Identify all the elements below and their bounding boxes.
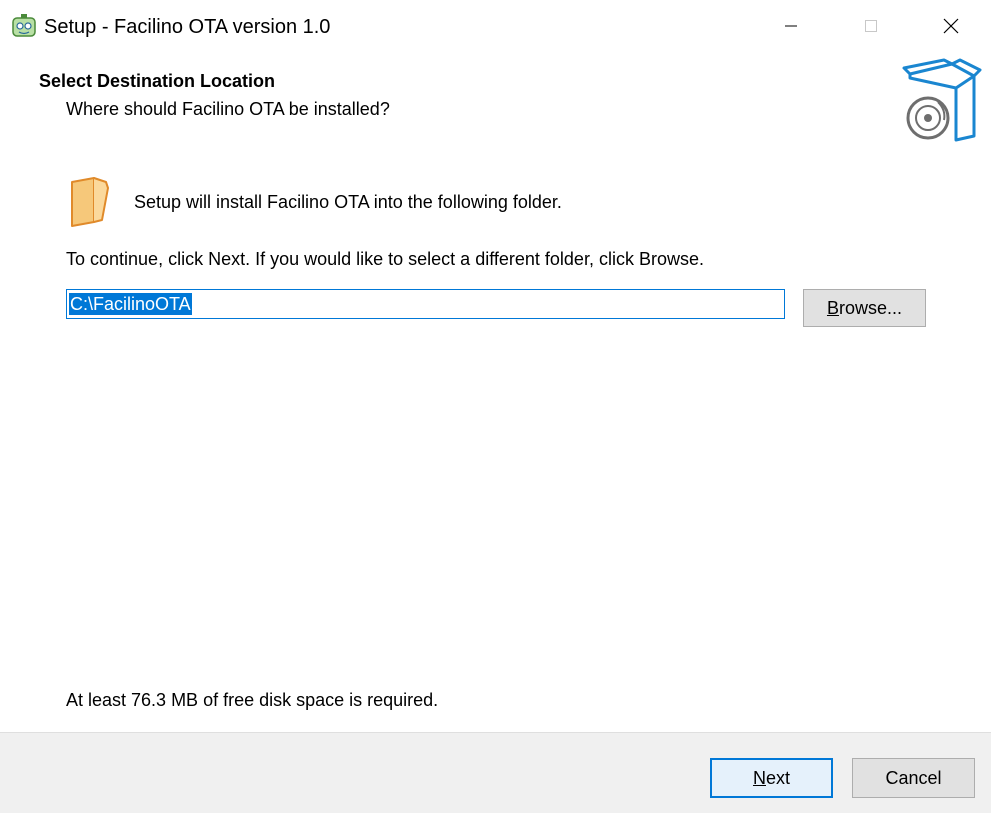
install-folder-text: Setup will install Facilino OTA into the… (134, 192, 562, 212)
footer-bar (0, 732, 991, 813)
cancel-button[interactable]: Cancel (852, 758, 975, 798)
browse-button[interactable]: Browse... (803, 289, 926, 327)
setup-window: Setup - Facilino OTA version 1.0 Select … (0, 0, 991, 813)
setup-box-disc-icon (900, 58, 984, 146)
minimize-icon (785, 25, 797, 27)
robot-app-icon (10, 12, 38, 40)
cancel-label: Cancel (885, 768, 942, 788)
browse-label: rowse... (838, 298, 903, 318)
disk-space-text: At least 76.3 MB of free disk space is r… (66, 690, 439, 710)
folder-icon (68, 176, 114, 228)
next-label: ext (765, 768, 790, 788)
destination-path-input[interactable]: C:\FacilinoOTA (66, 289, 785, 319)
minimize-button[interactable] (751, 0, 831, 52)
next-button[interactable]: Next (710, 758, 833, 798)
maximize-button[interactable] (831, 0, 911, 52)
close-icon (943, 18, 959, 34)
instructions-text: To continue, click Next. If you would li… (66, 249, 704, 269)
next-accel-key: N (752, 768, 766, 788)
window-title: Setup - Facilino OTA version 1.0 (44, 16, 331, 38)
page-subtitle: Where should Facilino OTA be installed? (66, 99, 390, 119)
title-bar[interactable]: Setup - Facilino OTA version 1.0 (0, 0, 991, 52)
browse-accel-key: B (826, 298, 839, 318)
close-button[interactable] (911, 0, 991, 52)
page-title: Select Destination Location (39, 71, 276, 91)
destination-path-value: C:\FacilinoOTA (69, 293, 192, 315)
maximize-icon (865, 20, 877, 32)
